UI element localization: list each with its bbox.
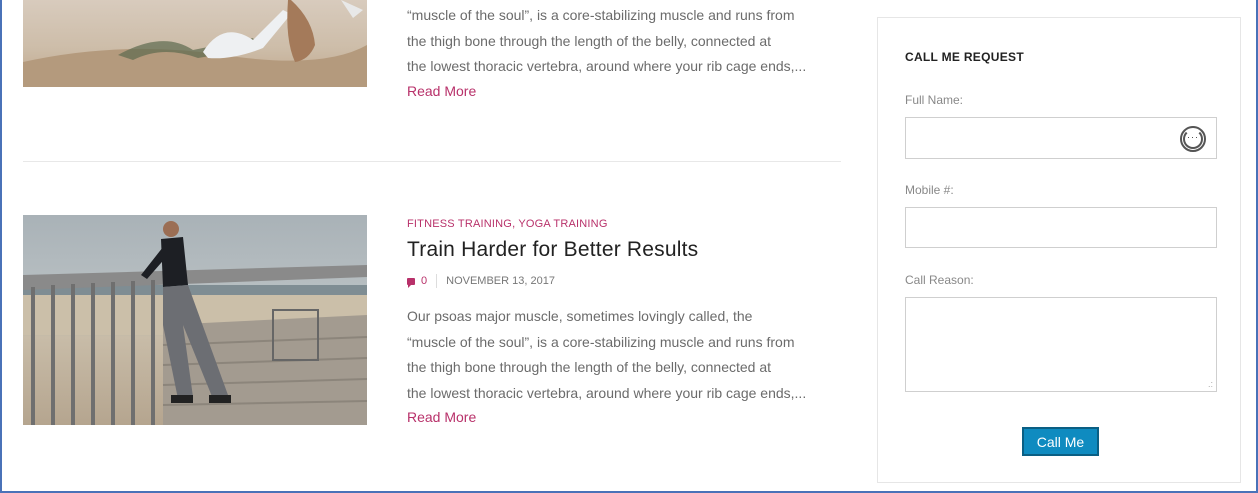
post-meta: 0 NOVEMBER 13, 2017 xyxy=(407,274,847,288)
excerpt-line: the thigh bone through the length of the… xyxy=(407,32,772,49)
excerpt-line: the lowest thoracic vertebra, around whe… xyxy=(407,58,807,74)
post-train-harder: FITNESS TRAINING, YOGA TRAINING Train Ha… xyxy=(407,218,847,427)
read-more-link[interactable]: Read More xyxy=(407,83,476,99)
excerpt-line: “muscle of the soul”, is a core-stabiliz… xyxy=(407,7,795,23)
man-stretching-photo xyxy=(23,221,367,425)
resize-grip-icon[interactable]: .: xyxy=(1208,380,1213,389)
call-reason-label: Call Reason: xyxy=(905,273,974,287)
call-reason-field-wrapper: .: xyxy=(905,297,1217,392)
post-excerpt-top: “muscle of the soul”, is a core-stabiliz… xyxy=(407,3,847,101)
call-me-button[interactable]: Call Me xyxy=(1022,427,1099,456)
comment-icon xyxy=(407,277,415,288)
call-reason-textarea[interactable] xyxy=(906,298,1216,391)
post-divider xyxy=(23,161,841,162)
post-thumbnail-train-harder[interactable] xyxy=(23,215,367,425)
excerpt-line: the thigh bone through the length of the… xyxy=(407,359,772,375)
excerpt-line: “muscle of the soul”, is a core-stabiliz… xyxy=(407,333,795,350)
comment-count[interactable]: 0 xyxy=(421,275,427,287)
mobile-input[interactable] xyxy=(906,208,1216,247)
post-excerpt: Our psoas major muscle, sometimes loving… xyxy=(407,304,847,427)
autofill-assist-icon[interactable]: ··· xyxy=(1180,126,1206,152)
full-name-label: Full Name: xyxy=(905,93,964,107)
full-name-input[interactable] xyxy=(906,118,1216,158)
excerpt-line: Our psoas major muscle, sometimes loving… xyxy=(407,308,753,324)
widget-title: CALL ME REQUEST xyxy=(905,50,1024,64)
post-thumbnail-yoga[interactable] xyxy=(23,0,367,87)
full-name-field-wrapper: ··· xyxy=(905,117,1217,159)
post-categories[interactable]: FITNESS TRAINING, YOGA TRAINING xyxy=(407,218,847,230)
mobile-field-wrapper xyxy=(905,207,1217,248)
excerpt-line: the lowest thoracic vertebra, around whe… xyxy=(407,384,807,401)
mobile-label: Mobile #: xyxy=(905,183,954,197)
yoga-beach-photo xyxy=(23,0,367,87)
meta-separator xyxy=(436,274,438,288)
post-date: NOVEMBER 13, 2017 xyxy=(446,275,555,287)
call-me-widget: CALL ME REQUEST Full Name: ··· Mobile #:… xyxy=(877,17,1241,483)
read-more-link[interactable]: Read More xyxy=(407,409,476,425)
post-title[interactable]: Train Harder for Better Results xyxy=(407,238,847,262)
